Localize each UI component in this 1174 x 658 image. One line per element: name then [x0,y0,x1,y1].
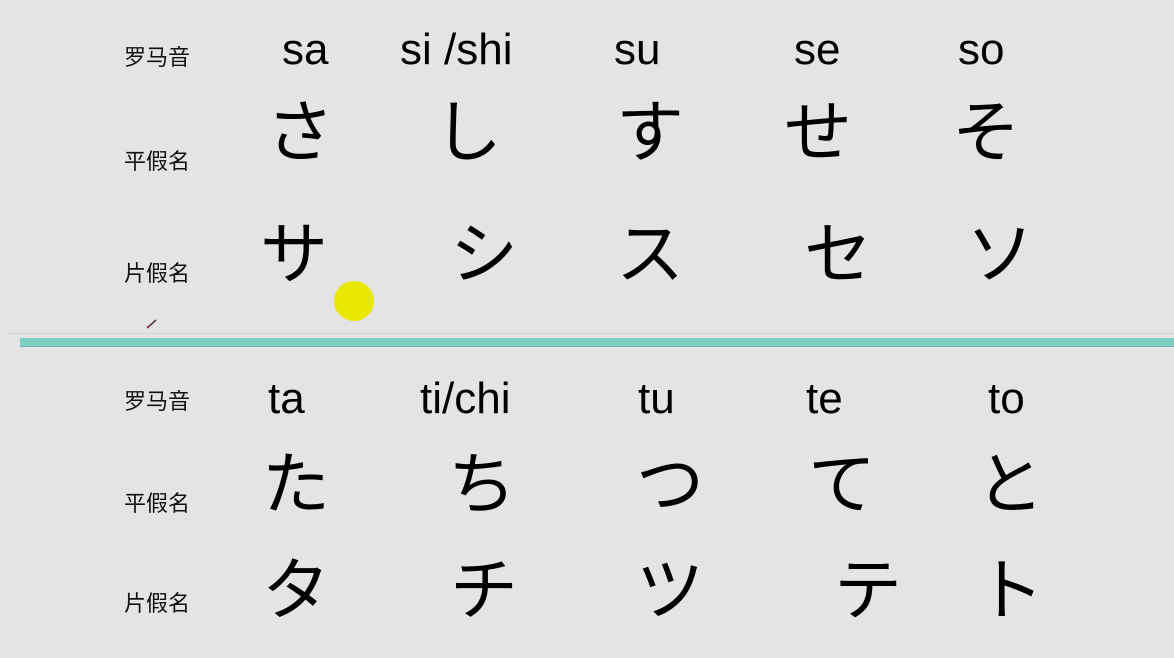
label-romaji: 罗马音 [124,46,191,71]
label-romaji: 罗马音 [124,390,191,415]
cursor-highlight-icon [334,281,374,321]
label-hiragana: 平假名 [124,492,191,517]
hiragana-so: そ [952,94,1021,173]
romaji-shi: si /shi [400,25,513,74]
label-katakana: 片假名 [124,262,191,287]
katakana-chi: チ [450,552,519,631]
romaji-tu: tu [638,374,675,423]
pen-icon [146,319,157,329]
romaji-so: so [958,25,1005,74]
hiragana-shi: し [434,94,503,173]
hiragana-chi: ち [448,446,517,525]
hiragana-ta: た [262,446,331,525]
hiragana-to: と [976,446,1045,525]
hiragana-su: す [616,94,685,173]
katakana-su: ス [616,216,685,295]
romaji-te: te [806,374,843,423]
label-katakana: 片假名 [124,592,191,617]
section-divider [20,338,1174,347]
katakana-shi: シ [450,216,519,295]
label-hiragana: 平假名 [124,150,191,175]
romaji-sa: sa [282,25,329,74]
romaji-se: se [794,25,841,74]
katakana-so: ソ [966,216,1035,295]
romaji-ta: ta [268,374,305,423]
hiragana-tu: つ [636,446,705,525]
katakana-te: テ [834,552,903,631]
hiragana-te: て [808,446,877,525]
hiragana-se: せ [784,94,853,173]
hiragana-sa: さ [266,94,335,173]
romaji-chi: ti/chi [420,374,511,423]
romaji-to: to [988,374,1025,423]
katakana-to: ト [976,552,1045,631]
romaji-su: su [614,25,661,74]
thin-separator [8,333,1174,334]
katakana-tu: ツ [636,552,705,631]
katakana-sa: サ [260,216,329,295]
katakana-ta: タ [262,552,331,631]
katakana-se: セ [804,216,873,295]
